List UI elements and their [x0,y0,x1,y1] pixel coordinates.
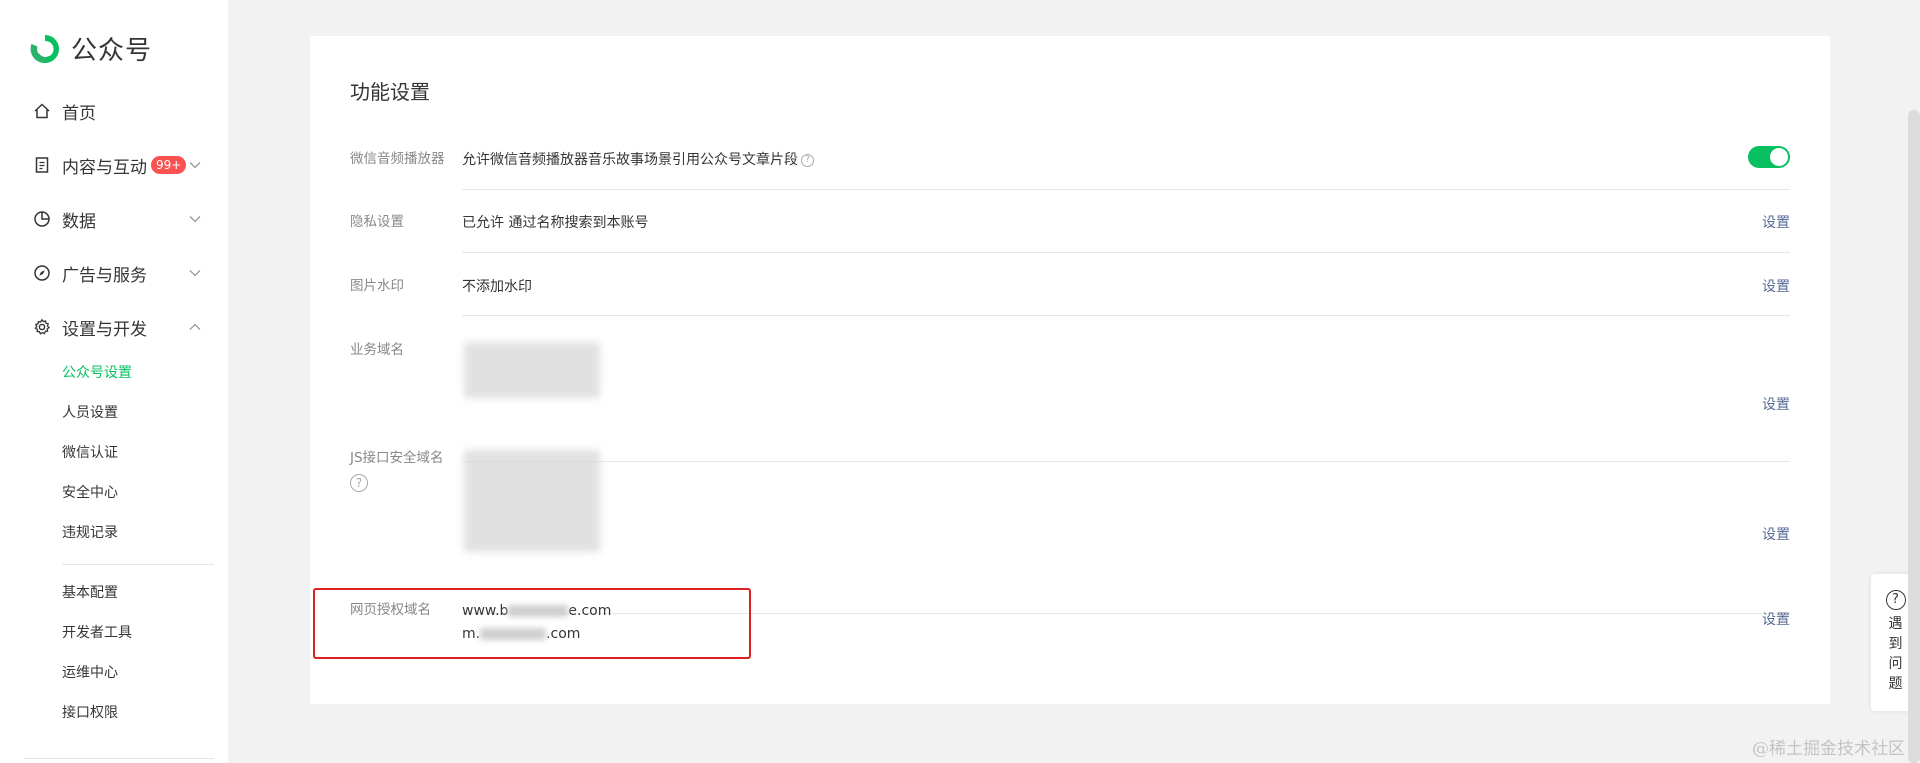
watermark-settings-link[interactable]: 设置 [1762,276,1790,296]
sidebar-item-data[interactable]: 数据 [32,204,202,234]
unread-badge: 99+ [151,156,187,174]
pie-chart-icon [32,209,52,229]
sidebar-divider [24,758,214,759]
row-label: 图片水印 [350,278,404,294]
sidebar: 公众号 首页 内容与互动 99+ 数据 广告与服务 设置与开发 公众号设置 人员… [0,0,228,763]
row-label: 隐私设置 [350,214,404,230]
sidebar-item-label: 广告与服务 [62,265,147,286]
chevron-up-icon [189,323,201,330]
settings-row-business-domain: 业务域名 设置 [350,340,1790,462]
settings-row-privacy: 隐私设置 已允许 通过名称搜索到本账号 设置 [350,212,1790,253]
sidebar-item-label: 内容与互动 [62,157,147,178]
sidebar-subitem-ops-center[interactable]: 运维中心 [62,662,118,684]
row-label: 微信音频播放器 [350,151,445,167]
sidebar-subitem-violation-records[interactable]: 违规记录 [62,522,118,544]
row-value: 不添加水印 [462,279,532,295]
oauth-domain-settings-link[interactable]: 设置 [1762,609,1790,629]
redacted-domains [464,450,600,552]
sidebar-subitem-account-settings[interactable]: 公众号设置 [62,362,132,384]
watermark-text: @稀土掘金技术社区 [1752,739,1905,759]
business-domain-settings-link[interactable]: 设置 [1762,394,1790,414]
page-title: 功能设置 [350,80,430,104]
settings-row-watermark: 图片水印 不添加水印 设置 [350,276,1790,316]
redacted-domains [464,342,600,398]
sidebar-item-settings[interactable]: 设置与开发 [32,312,202,342]
row-value: 允许微信音频播放器音乐故事场景引用公众号文章片段? [462,149,814,172]
row-divider [462,315,1790,316]
js-domain-settings-link[interactable]: 设置 [1762,524,1790,544]
audio-player-toggle[interactable] [1748,146,1790,168]
row-value-text: 允许微信音频播放器音乐故事场景引用公众号文章片段 [462,152,798,168]
app-logo[interactable]: 公众号 [28,30,152,67]
wechat-official-logo-icon [30,34,59,63]
help-widget-label: 遇到问题 [1888,616,1903,692]
chevron-down-icon [189,270,201,277]
app-name: 公众号 [71,36,153,66]
sidebar-subitem-staff-settings[interactable]: 人员设置 [62,402,118,424]
help-icon[interactable]: ? [801,153,814,167]
privacy-settings-link[interactable]: 设置 [1762,212,1790,232]
sidebar-item-ads[interactable]: 广告与服务 [32,258,202,288]
sidebar-item-home[interactable]: 首页 [32,96,202,126]
sidebar-divider [62,564,214,565]
row-label: JS接口安全域名 ? [350,448,460,492]
row-value: 已允许 通过名称搜索到本账号 [462,215,649,231]
help-icon[interactable]: ? [350,474,368,492]
sidebar-item-label: 首页 [62,103,96,124]
page-scrollbar[interactable] [1908,110,1920,763]
sidebar-subitem-wechat-verify[interactable]: 微信认证 [62,442,118,464]
sidebar-item-content[interactable]: 内容与互动 99+ [32,150,202,180]
row-divider [462,252,1790,253]
settings-row-audio-player: 微信音频播放器 允许微信音频播放器音乐故事场景引用公众号文章片段? [350,146,1790,190]
compass-icon [32,263,52,283]
chevron-down-icon [189,216,201,223]
question-icon: ? [1885,590,1906,610]
sidebar-subitem-basic-config[interactable]: 基本配置 [62,582,118,604]
sidebar-subitem-security-center[interactable]: 安全中心 [62,482,118,504]
row-label-text: JS接口安全域名 [350,450,444,466]
highlight-box [313,588,751,659]
sidebar-subitem-dev-tools[interactable]: 开发者工具 [62,622,132,644]
sidebar-subitem-api-permissions[interactable]: 接口权限 [62,702,118,724]
row-divider [462,189,1790,190]
settings-row-js-domain: JS接口安全域名 ? 设置 [350,448,1790,614]
row-label: 业务域名 [350,342,404,358]
chevron-down-icon [189,162,201,169]
home-icon [32,101,52,121]
sidebar-item-label: 数据 [62,211,96,232]
sidebar-item-label: 设置与开发 [62,319,147,340]
gear-icon [32,317,52,337]
document-icon [32,155,52,175]
